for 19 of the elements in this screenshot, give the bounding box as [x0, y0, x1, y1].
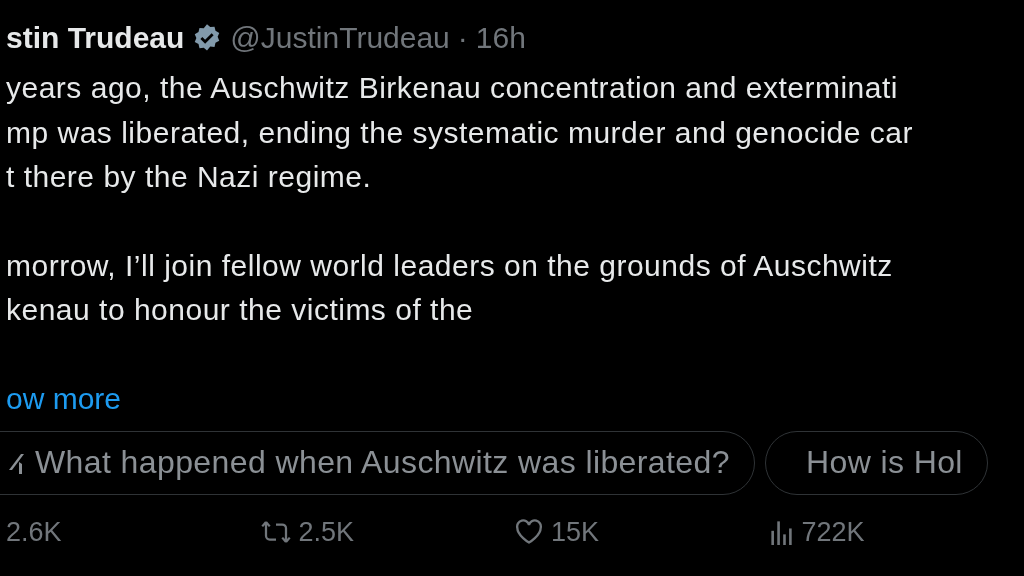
post-text: kenau to honour the victims of the [6, 292, 474, 328]
reply-button[interactable]: 2.6K [6, 516, 261, 548]
repost-button[interactable]: 2.5K [260, 516, 515, 548]
suggestion-chip[interactable]: What happened when Auschwitz was liberated? [0, 430, 755, 495]
post-text: morrow, I’ll join fellow world leaders on the grounds of Auschwitz [6, 247, 893, 284]
separator: · [457, 21, 468, 55]
views-button[interactable]: 722K [769, 516, 1024, 548]
author-name[interactable]: stin Trudeau [6, 21, 185, 55]
post-text: mp was liberated, ending the systematic murder and genocide car [6, 114, 913, 151]
suggestion-chip[interactable]: How is Hol [764, 430, 988, 495]
post-time[interactable]: 16h [475, 21, 526, 55]
bar-chart-icon [769, 519, 794, 545]
show-more-link[interactable]: ow more [6, 376, 122, 421]
author-handle[interactable]: @JustinTrudeau [230, 21, 450, 55]
repost-icon [260, 519, 291, 545]
like-button[interactable]: 15K [515, 516, 770, 548]
heart-icon [515, 519, 543, 545]
post-text: years ago, the Auschwitz Birkenau concentration and exterminati [6, 70, 898, 106]
post-text: t there by the Nazi regime. [6, 159, 372, 195]
